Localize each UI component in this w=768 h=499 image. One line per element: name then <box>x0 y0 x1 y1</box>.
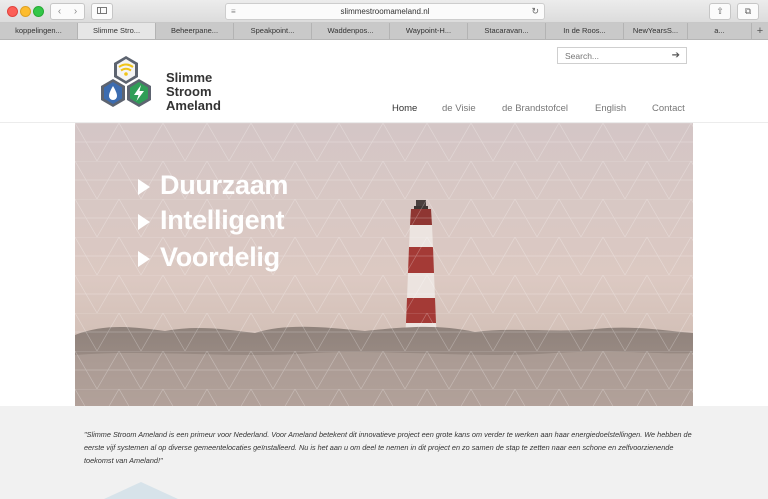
browser-tab[interactable]: Stacaravan... <box>468 23 546 39</box>
new-tab-button[interactable]: + <box>752 23 768 39</box>
close-window-button[interactable] <box>7 6 18 17</box>
chevron-right-icon: › <box>73 6 78 17</box>
tabs-overview-icon: ⧉ <box>744 6 752 16</box>
share-button[interactable]: ⇧ <box>709 3 731 20</box>
browser-tab[interactable]: Speakpoint... <box>234 23 312 39</box>
browser-tab[interactable]: Beheerpane... <box>156 23 234 39</box>
browser-tab[interactable]: Waypoint-H... <box>390 23 468 39</box>
logo-line: Ameland <box>166 98 221 113</box>
reload-icon[interactable]: ↻ <box>531 4 539 19</box>
nav-english[interactable]: English <box>595 103 626 114</box>
site-search: ➔ <box>557 47 687 64</box>
browser-tab[interactable]: koppelingen... <box>0 23 78 39</box>
hero-slogan: Duurzaam <box>160 170 289 200</box>
share-icon: ⇧ <box>716 6 724 16</box>
address-bar[interactable]: ≡ slimmestroomameland.nl ↻ <box>225 3 545 20</box>
forward-button[interactable]: › <box>67 3 85 20</box>
arrow-right-icon[interactable]: ➔ <box>672 48 680 63</box>
play-icon <box>138 251 150 267</box>
hero-slogan: Voordelig <box>160 242 280 272</box>
zoom-window-button[interactable] <box>33 6 44 17</box>
browser-tab[interactable]: In de Roos... <box>546 23 624 39</box>
play-icon <box>138 179 150 195</box>
minimize-window-button[interactable] <box>20 6 31 17</box>
browser-toolbar: ‹ › ≡ slimmestroomameland.nl ↻ ⇧ ⧉ <box>0 0 768 23</box>
tab-bar: koppelingen... Slimme Stro... Beheerpane… <box>0 23 768 40</box>
chevron-left-icon: ‹ <box>57 6 62 17</box>
intro-quote: "Slimme Stroom Ameland is een primeur vo… <box>84 430 692 465</box>
tabs-overview-button[interactable]: ⧉ <box>737 3 759 20</box>
address-url: slimmestroomameland.nl <box>340 7 430 16</box>
logo-line: Slimme <box>166 70 213 85</box>
hexagon-decoration <box>104 482 178 499</box>
hero-slogan: Intelligent <box>160 205 285 235</box>
browser-tab-active[interactable]: Slimme Stro... <box>78 23 156 39</box>
browser-tab[interactable]: Waddenpos... <box>312 23 390 39</box>
logo-line: Stroom <box>166 84 212 99</box>
nav-de-visie[interactable]: de Visie <box>442 103 476 114</box>
search-input[interactable] <box>558 48 665 63</box>
browser-tab[interactable]: a... <box>688 23 752 39</box>
browser-tab[interactable]: NewYearsS... <box>624 23 688 39</box>
nav-de-brandstofcel[interactable]: de Brandstofcel <box>502 103 568 114</box>
play-icon <box>138 214 150 230</box>
site-logo-text[interactable]: Slimme Stroom Ameland <box>166 71 221 113</box>
sidebar-toggle-button[interactable] <box>91 3 113 20</box>
nav-contact[interactable]: Contact <box>652 103 685 114</box>
sidebar-icon <box>97 7 107 14</box>
nav-home[interactable]: Home <box>392 103 417 114</box>
site-logo[interactable] <box>97 54 159 118</box>
